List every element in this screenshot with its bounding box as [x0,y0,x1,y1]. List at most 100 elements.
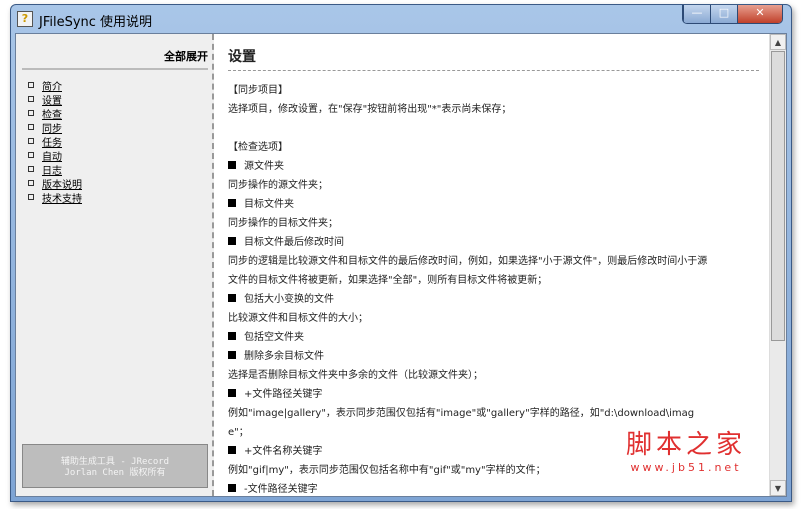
client-area: 全部展开 简介 设置 检查 同步 任务 自动 日志 版本说明 技术支持 辅助生成工具 - JRe… [15,33,787,497]
square-bullet-icon [228,446,236,454]
toc-link[interactable]: 日志 [42,162,62,177]
toc-item[interactable]: 设置 [28,92,82,107]
bullet-box-icon [28,166,34,172]
paragraph: 同步的逻辑是比较源文件和目标文件的最后修改时间，例如，如果选择"小于源文件"，则… [228,252,759,271]
line-text: 包括空文件夹 [244,332,304,343]
line-text: 例如"image|gallery"，表示同步范围仅包括有"image"或"gal… [228,408,695,419]
line-text: 目标文件最后修改时间 [244,237,344,248]
sidebar-footer: 辅助生成工具 - JRecord Jorlan Chen 版权所有 [22,444,208,488]
line-text: 删除多余目标文件 [244,351,324,362]
watermark: 脚本之家 www.jb51.net [626,424,746,474]
bullet-box-icon [28,138,34,144]
paragraph [228,119,759,138]
window-title: JFileSync 使用说明 [39,15,153,30]
maximize-button[interactable]: □ [710,5,737,23]
line-text: 目标文件夹 [244,199,294,210]
divider [22,68,208,70]
toc-link[interactable]: 同步 [42,120,62,135]
paragraph: 选择项目，修改设置，在"保存"按钮前将出现"*"表示尚未保存； [228,100,759,119]
paragraph: 选择是否删除目标文件夹中多余的文件（比较源文件夹）； [228,366,759,385]
line-text: e"； [228,427,249,438]
square-bullet-icon [228,237,236,245]
bullet-box-icon [28,152,34,158]
line-text: 同步的逻辑是比较源文件和目标文件的最后修改时间，例如，如果选择"小于源文件"，则… [228,256,708,267]
close-button[interactable]: ✕ [737,5,782,23]
paragraph: 同步操作的目标文件夹； [228,214,759,233]
bullet-box-icon [28,82,34,88]
scroll-up-arrow-icon[interactable]: ▲ [770,34,786,50]
paragraph: 文件的目标文件将被更新，如果选择"全部"，则所有目标文件将被更新； [228,271,759,290]
line-text: 例如"gif|my"，表示同步范围仅包括名称中有"gif"或"my"字样的文件； [228,465,546,476]
sidebar: 全部展开 简介 设置 检查 同步 任务 自动 日志 版本说明 技术支持 辅助生成工具 - JRe… [16,34,214,496]
divider [228,70,759,71]
watermark-url: www.jb51.net [630,461,742,474]
option-heading: 包括大小变换的文件 [228,290,759,309]
paragraph: 比较源文件和目标文件的大小； [228,309,759,328]
bullet-box-icon [28,194,34,200]
line-text: 选择是否删除目标文件夹中多余的文件（比较源文件夹）； [228,370,483,381]
footer-copyright: Jorlan Chen 版权所有 [64,468,166,478]
expand-all-link[interactable]: 全部展开 [164,48,208,64]
option-heading: 目标文件最后修改时间 [228,233,759,252]
option-heading: +文件路径关键字 [228,385,759,404]
minimize-button[interactable]: — [683,5,710,23]
toc-link[interactable]: 自动 [42,148,62,163]
paragraph: 【同步项目】 [228,81,759,100]
bullet-box-icon [28,110,34,116]
toc-link[interactable]: 简介 [42,78,62,93]
scroll-down-arrow-icon[interactable]: ▼ [770,480,786,496]
square-bullet-icon [228,484,236,492]
scroll-thumb[interactable] [771,51,785,341]
toc-link[interactable]: 设置 [42,92,62,107]
app-window: ? JFileSync 使用说明 — □ ✕ 全部展开 简介 设置 检查 同步 任务 自动… [10,4,792,502]
line-text: +文件名称关键字 [244,446,323,457]
footer-tool: 辅助生成工具 - JRecord [60,457,170,467]
line-text: 源文件夹 [244,161,284,172]
bullet-box-icon [28,124,34,130]
title-bar[interactable]: ? JFileSync 使用说明 — □ ✕ [11,5,791,33]
bullet-box-icon [28,180,34,186]
toc-item[interactable]: 同步 [28,120,82,135]
line-text: 【检查选项】 [228,142,288,153]
square-bullet-icon [228,199,236,207]
watermark-name: 脚本之家 [625,430,746,460]
line-text: +文件路径关键字 [244,389,323,400]
line-text: 同步操作的源文件夹； [228,180,328,191]
page-title: 设置 [228,49,256,65]
line-text: 文件的目标文件将被更新，如果选择"全部"，则所有目标文件将被更新； [228,275,548,286]
square-bullet-icon [228,351,236,359]
square-bullet-icon [228,161,236,169]
toc-link[interactable]: 技术支持 [42,190,82,205]
option-heading: 删除多余目标文件 [228,347,759,366]
toc-item[interactable]: 简介 [28,78,82,93]
paragraph: 例如"image|gallery"，表示同步范围仅包括有"image"或"gal… [228,404,759,423]
option-heading: 目标文件夹 [228,195,759,214]
option-heading: 源文件夹 [228,157,759,176]
square-bullet-icon [228,294,236,302]
toc-link[interactable]: 版本说明 [42,176,82,191]
toc-item[interactable]: 自动 [28,148,82,163]
toc-link[interactable]: 任务 [42,134,62,149]
line-text: 选择项目，修改设置，在"保存"按钮前将出现"*"表示尚未保存； [228,104,512,115]
toc-item[interactable]: 检查 [28,106,82,121]
help-app-icon: ? [17,11,33,27]
vertical-scrollbar[interactable]: ▲ ▼ [769,34,786,496]
option-heading: 包括空文件夹 [228,328,759,347]
toc-item[interactable]: 日志 [28,162,82,177]
square-bullet-icon [228,332,236,340]
option-heading: -文件路径关键字 [228,480,759,496]
toc-link[interactable]: 检查 [42,106,62,121]
line-text: 同步操作的目标文件夹； [228,218,338,229]
paragraph: 同步操作的源文件夹； [228,176,759,195]
toc-item[interactable]: 任务 [28,134,82,149]
line-text: 包括大小变换的文件 [244,294,334,305]
square-bullet-icon [228,389,236,397]
line-text: 【同步项目】 [228,85,288,96]
line-text: 比较源文件和目标文件的大小； [228,313,368,324]
toc-item[interactable]: 版本说明 [28,176,82,191]
toc-item[interactable]: 技术支持 [28,190,82,205]
toc-list: 简介 设置 检查 同步 任务 自动 日志 版本说明 技术支持 [28,78,82,205]
line-text: -文件路径关键字 [244,484,318,495]
paragraph: 【检查选项】 [228,138,759,157]
bullet-box-icon [28,96,34,102]
